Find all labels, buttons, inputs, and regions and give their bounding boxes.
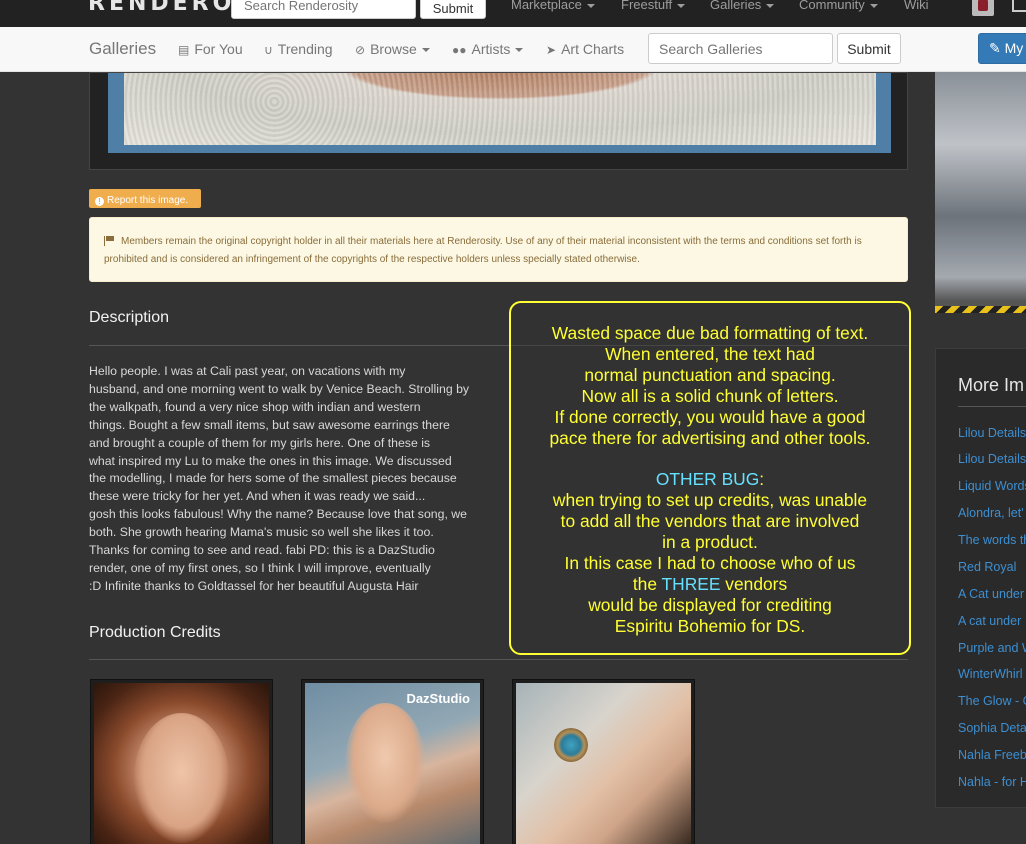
top-navbar: RENDEROSITY Submit Marketplace Freestuff… (0, 0, 1026, 27)
portrait-face (345, 703, 425, 823)
subnav-for-you[interactable]: ▤ For You (178, 41, 243, 57)
product-card[interactable] (90, 679, 273, 844)
product-thumbnail[interactable] (516, 683, 691, 844)
gallery-search-submit-button[interactable]: Submit (837, 33, 901, 64)
copyright-notice: Members remain the original copyright ho… (89, 217, 908, 282)
annotation-line: the THREE vendors (632, 573, 788, 594)
chevron-down-icon (421, 48, 430, 53)
more-images-link[interactable]: The words th (958, 533, 1026, 547)
galleries-brand[interactable]: Galleries (89, 39, 156, 59)
product-card[interactable] (512, 679, 695, 844)
subnav-artists[interactable]: ●● Artists (452, 41, 524, 57)
users-icon: ●● (452, 43, 467, 57)
nav-marketplace[interactable]: Marketplace (511, 0, 595, 12)
description-heading: Description (89, 309, 170, 326)
annotation-line: to add all the vendors that are involved (560, 511, 860, 532)
annotation-line: In this case I had to choose who of us (564, 552, 856, 573)
three-highlight: THREE (661, 573, 721, 594)
main-image-frame (108, 73, 891, 153)
annotation-line: would be displayed for crediting (588, 594, 832, 615)
annotation-spacer (511, 448, 909, 469)
subnav-art-charts[interactable]: ➤ Art Charts (546, 41, 624, 57)
more-images-link[interactable]: Nahla Freeb (958, 748, 1026, 762)
more-images-link[interactable]: Red Royal (958, 560, 1016, 574)
magnet-icon: ∪ (264, 43, 273, 57)
more-images-heading: More Im (958, 375, 1025, 395)
more-images-link[interactable]: A cat under (958, 614, 1021, 628)
more-images-panel: More Im Lilou Details Lilou Details Liqu… (935, 348, 1026, 808)
sidebar-image-thumbnail[interactable] (935, 72, 1026, 313)
compass-icon: ⊘ (355, 43, 366, 57)
galleries-navbar: Galleries ▤ For You ∪ Trending ⊘ Browse ●● A… (0, 27, 1026, 72)
site-search-input[interactable] (231, 0, 416, 19)
portrait-face (134, 713, 229, 843)
description-text: Hello people. I was at Cali past year, o… (89, 364, 470, 593)
dazstudio-label: DazStudio (406, 691, 470, 706)
annotation-line: pace there for advertising and other too… (549, 427, 871, 448)
product-thumbnail[interactable] (94, 683, 269, 844)
rocket-icon: ➤ (546, 43, 557, 57)
nav-freestuff[interactable]: Freestuff (621, 0, 686, 12)
more-images-link[interactable]: Lilou Details (958, 426, 1026, 440)
annotation-box: Wasted space due bad formatting of text.… (509, 301, 911, 655)
user-avatar[interactable] (972, 0, 994, 16)
nav-wiki[interactable]: Wiki (904, 0, 929, 12)
more-images-link[interactable]: Sophia Deta (958, 721, 1026, 735)
chevron-down-icon (766, 3, 775, 8)
my-gallery-button[interactable]: ✎ My (978, 33, 1026, 64)
more-images-link[interactable]: A Cat under (958, 587, 1024, 601)
exclamation-circle-icon: ! (95, 196, 104, 206)
annotation-line: OTHER BUG: (655, 469, 765, 490)
subnav-trending[interactable]: ∪ Trending (264, 41, 333, 57)
annotation-line: When entered, the text had (605, 343, 815, 364)
pencil-icon: ✎ (989, 40, 1001, 56)
annotation-line: normal punctuation and spacing. (584, 364, 836, 385)
main-image-panel (89, 72, 908, 170)
more-images-link[interactable]: Lilou Details (958, 452, 1026, 466)
product-thumbnail[interactable]: DazStudio (305, 683, 480, 844)
production-credits-divider (89, 659, 908, 660)
chevron-down-icon (515, 48, 524, 53)
annotation-line: If done correctly, you would have a good (554, 406, 866, 427)
nav-community[interactable]: Community (799, 0, 878, 12)
nav-galleries[interactable]: Galleries (710, 0, 775, 12)
annotation-line: Wasted space due bad formatting of text. (551, 323, 869, 343)
annotation-line: when trying to set up credits, was unabl… (552, 490, 868, 511)
document-icon: ▤ (178, 43, 190, 57)
chevron-down-icon (586, 3, 595, 8)
more-images-link[interactable]: Nahla - for H (958, 775, 1026, 789)
more-images-link[interactable]: Purple and W (958, 641, 1026, 655)
production-credits-heading: Production Credits (89, 624, 221, 641)
other-bug-label: OTHER BUG (655, 469, 760, 490)
annotation-line: in a product. (662, 532, 758, 553)
annotation-line: Espiritu Bohemio for DS. (614, 615, 806, 636)
messages-icon[interactable] (1012, 0, 1026, 12)
product-card[interactable]: DazStudio (301, 679, 484, 844)
more-images-link[interactable]: WinterWhirl (958, 667, 1023, 681)
chevron-down-icon (677, 3, 686, 8)
more-images-link[interactable]: Alondra, let' (958, 506, 1024, 520)
earring-gem (554, 728, 588, 762)
more-images-link[interactable]: Liquid Words (958, 479, 1026, 493)
subnav-browse[interactable]: ⊘ Browse (355, 41, 430, 57)
report-image-button[interactable]: ! Report this image. (89, 189, 201, 208)
gallery-search-input[interactable] (648, 33, 833, 64)
more-images-link[interactable]: The Glow - C (958, 694, 1026, 708)
flag-icon (104, 236, 115, 246)
chevron-down-icon (869, 3, 878, 8)
annotation-line: Now all is a solid chunk of letters. (581, 385, 839, 406)
main-image[interactable] (124, 73, 876, 145)
site-search-submit-button[interactable]: Submit (420, 0, 486, 19)
more-images-divider (958, 406, 1026, 407)
